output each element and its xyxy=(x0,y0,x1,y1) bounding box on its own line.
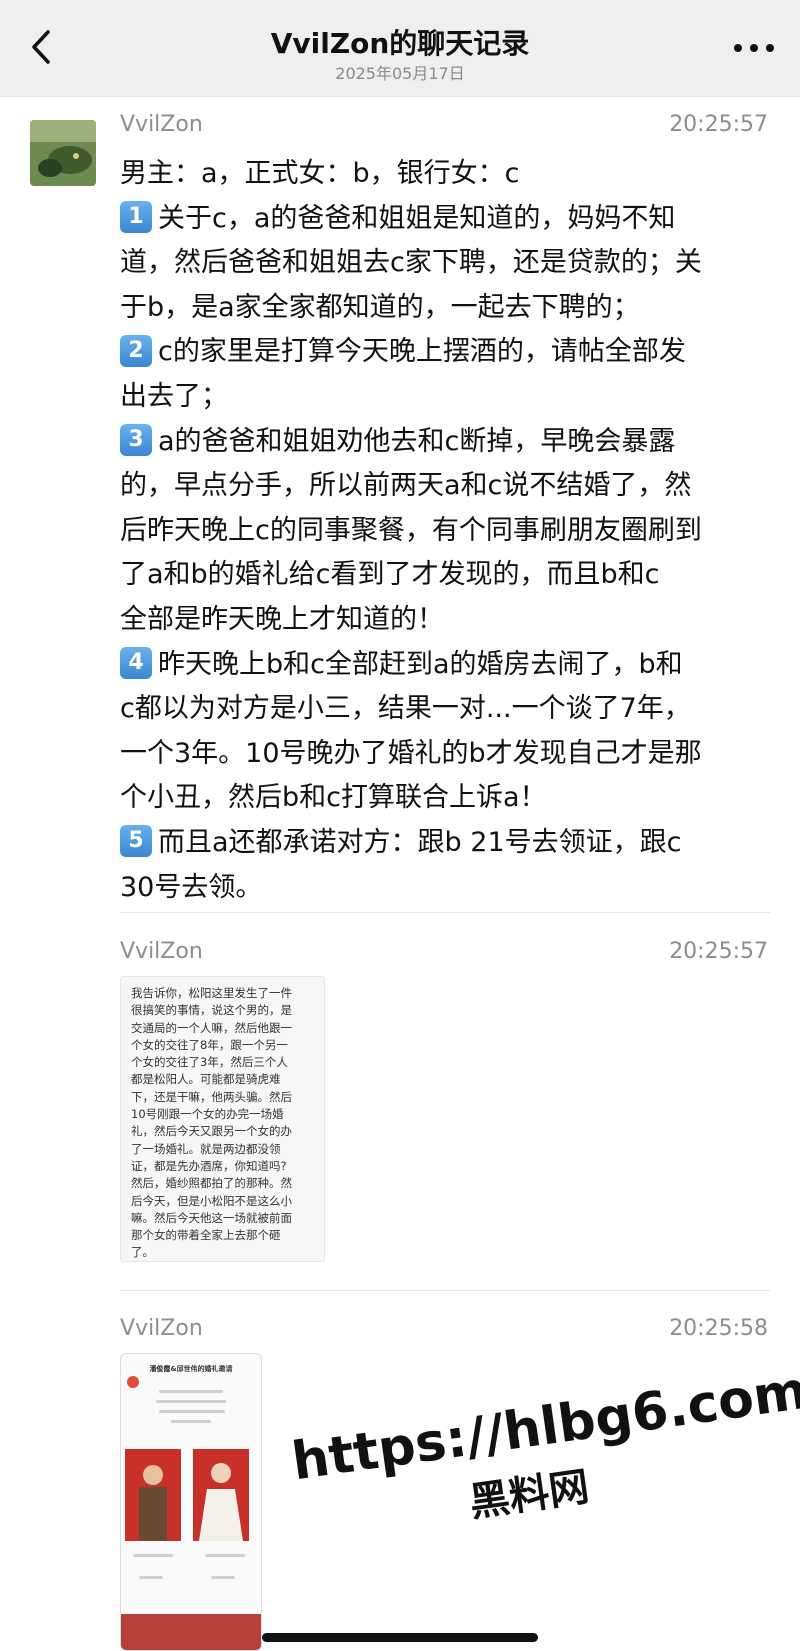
message-text: 男主：a，正式女：b，银行女：c 1 关于c，a的爸爸和姐姐是知道的，妈妈不知 道… xyxy=(120,152,770,910)
note-line: 嘛。然后今天他这一场就被前面 xyxy=(131,1210,292,1225)
line-text: 出去了； xyxy=(120,380,228,412)
wedding-invite-screenshot[interactable]: 潘俊霞&邱世伟的婚礼邀请 xyxy=(120,1353,262,1651)
line-text: 于b，是a家全家都知道的，一起去下聘的； xyxy=(120,291,640,323)
invite-text-line xyxy=(156,1400,226,1403)
note-line: 10号刚跟一个女的办完一场婚 xyxy=(131,1107,284,1122)
note-line: 都是松阳人。可能都是骑虎难 xyxy=(131,1072,281,1087)
message-line: 全部是昨天晚上才知道的！ xyxy=(120,598,770,643)
number-2-icon: 2 xyxy=(120,334,152,367)
note-line: 后今天，但是小松阳不是这么小 xyxy=(131,1193,292,1208)
message-line: 3 a的爸爸和姐姐劝他去和c断掉，早晚会暴露 xyxy=(120,420,770,465)
number-3-icon: 3 xyxy=(120,424,152,457)
number-5-icon: 5 xyxy=(120,825,152,858)
message-divider xyxy=(120,1290,770,1291)
message-line: 5 而且a还都承诺对方：跟b 21号去领证，跟c xyxy=(120,821,770,866)
message-line: 了a和b的婚礼给c看到了才发现的，而且b和c xyxy=(120,553,770,598)
message-line: 道，然后爸爸和姐姐去c家下聘，还是贷款的；关 xyxy=(120,241,770,286)
sender-name: VvilZon xyxy=(120,939,203,964)
message-line: 于b，是a家全家都知道的，一起去下聘的； xyxy=(120,286,770,331)
number-4-icon: 4 xyxy=(120,647,152,680)
avatar[interactable] xyxy=(30,120,96,186)
note-line: 交通局的一个人嘛，然后他跟一 xyxy=(131,1020,292,1035)
invite-text-line xyxy=(171,1420,211,1423)
message-line: 一个3年。10号晚办了婚礼的b才发现自己才是那 xyxy=(120,732,770,777)
message-line: 30号去领。 xyxy=(120,866,770,911)
message-line: 1 关于c，a的爸爸和姐姐是知道的，妈妈不知 xyxy=(120,197,770,242)
sender-name: VvilZon xyxy=(120,1316,203,1341)
home-indicator[interactable] xyxy=(262,1633,538,1642)
message-time: 20:25:58 xyxy=(669,1316,768,1341)
line-text: 个小丑，然后b和c打算联合上诉a！ xyxy=(120,782,547,814)
avatar-image xyxy=(30,120,96,186)
note-line: 证，都是先办酒席，你知道吗? xyxy=(131,1158,287,1173)
note-line: 那个女的带着全家上去那个砸 xyxy=(131,1228,281,1243)
message-line: 出去了； xyxy=(120,375,770,420)
line-text: 的，早点分手，所以前两天a和c说不结婚了，然 xyxy=(120,470,692,502)
note-line: 然后，婚纱照都拍了的那种。然 xyxy=(131,1176,292,1191)
message-line: 个小丑，然后b和c打算联合上诉a！ xyxy=(120,776,770,821)
note-screenshot-image[interactable]: 我告诉你，松阳这里发生了一件 很搞笑的事情，说这个男的，是 交通局的一个人嘛，然… xyxy=(120,976,325,1262)
number-1-icon: 1 xyxy=(120,201,152,234)
invite-text-line xyxy=(205,1554,245,1557)
more-button[interactable] xyxy=(730,30,778,66)
line-text: c都以为对方是小三，结果一对...一个谈了7年， xyxy=(120,693,691,725)
note-line: 礼，然后今天又跟另一个女的办 xyxy=(131,1124,292,1139)
note-line: 了。 xyxy=(131,1245,154,1260)
invite-text-line xyxy=(159,1410,225,1413)
top-navigation-bar: VvilZon的聊天记录 2025年05月17日 xyxy=(0,0,800,97)
line-text: 30号去领。 xyxy=(120,871,263,903)
message-line: 后昨天晚上c的同事聚餐，有个同事刷朋友圈刷到 xyxy=(120,509,770,554)
groom-photo xyxy=(125,1449,181,1541)
message-divider xyxy=(120,912,770,913)
invite-text-line xyxy=(159,1390,223,1393)
line-text: 全部是昨天晚上才知道的！ xyxy=(120,603,444,635)
message-line: 4 昨天晚上b和c全部赶到a的婚房去闹了，b和 xyxy=(120,643,770,688)
line-text: 了a和b的婚礼给c看到了才发现的，而且b和c xyxy=(120,559,660,591)
line-text: a的爸爸和姐姐劝他去和c断掉，早晚会暴露 xyxy=(158,425,676,457)
bride-photo xyxy=(193,1449,249,1541)
message-line: c都以为对方是小三，结果一对...一个谈了7年， xyxy=(120,687,770,732)
message-time: 20:25:57 xyxy=(669,112,768,137)
note-line: 个女的交往了8年，跟一个另一 xyxy=(131,1037,288,1052)
message-line: 的，早点分手，所以前两天a和c说不结婚了，然 xyxy=(120,464,770,509)
line-text: 而且a还都承诺对方：跟b 21号去领证，跟c xyxy=(158,826,682,858)
message-line: 2 c的家里是打算今天晚上摆酒的，请帖全部发 xyxy=(120,330,770,375)
line-text: 后昨天晚上c的同事聚餐，有个同事刷朋友圈刷到 xyxy=(120,514,702,546)
note-line: 很搞笑的事情，说这个男的，是 xyxy=(131,1003,292,1018)
message-time: 20:25:57 xyxy=(669,939,768,964)
line-text: 一个3年。10号晚办了婚礼的b才发现自己才是那 xyxy=(120,737,702,769)
line-text: c的家里是打算今天晚上摆酒的，请帖全部发 xyxy=(158,336,686,368)
message-line: 男主：a，正式女：b，银行女：c xyxy=(120,152,770,197)
chat-date: 2025年05月17日 xyxy=(335,64,465,83)
page-title: VvilZon的聊天记录 xyxy=(270,27,530,60)
invite-title: 潘俊霞&邱世伟的婚礼邀请 xyxy=(149,1365,233,1373)
line-text: 关于c，a的爸爸和姐姐是知道的，妈妈不知 xyxy=(158,202,676,234)
note-line: 了一场婚礼。就是两边都没领 xyxy=(131,1141,281,1156)
watermark: https://hlbg6.com 黑料网 xyxy=(288,1361,800,1631)
line-text: 昨天晚上b和c全部赶到a的婚房去闹了，b和 xyxy=(158,648,683,680)
invite-subtitle xyxy=(121,1374,261,1380)
more-dots-icon xyxy=(734,44,774,52)
note-line: 下，还是干嘛，他两头骗。然后 xyxy=(131,1089,292,1104)
line-text: 道，然后爸爸和姐姐去c家下聘，还是贷款的；关 xyxy=(120,247,702,279)
music-icon xyxy=(127,1376,139,1388)
invite-text-line xyxy=(139,1576,163,1579)
invite-text-line xyxy=(211,1576,235,1579)
invite-footer-banner xyxy=(121,1614,261,1650)
line-text: 男主：a，正式女：b，银行女：c xyxy=(120,158,520,189)
invite-text-line xyxy=(133,1554,173,1557)
sender-name: VvilZon xyxy=(120,112,203,137)
note-line: 我告诉你，松阳这里发生了一件 xyxy=(131,986,292,1000)
note-line: 个女的交往了3年，然后三个人 xyxy=(131,1055,288,1070)
